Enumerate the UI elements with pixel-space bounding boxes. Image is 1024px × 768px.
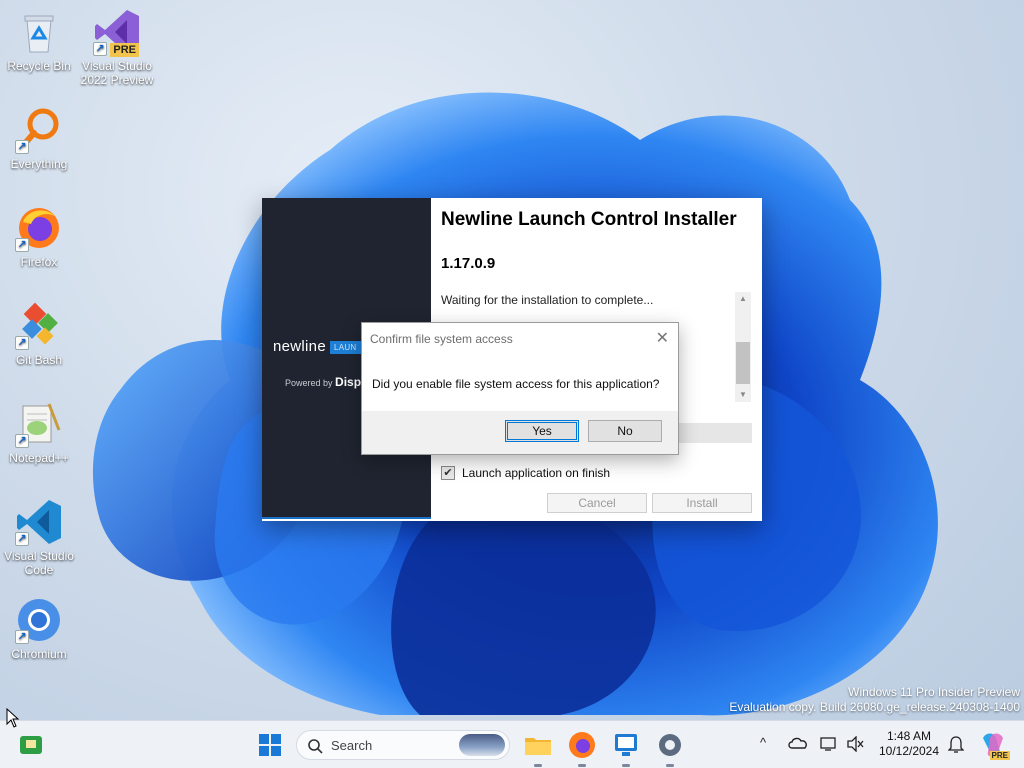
firefox-icon: ↗ xyxy=(15,204,63,252)
launch-on-finish-checkbox[interactable]: ✔ Launch application on finish xyxy=(441,466,610,480)
copilot-pre-badge: PRE xyxy=(989,751,1010,760)
desktop-icon-notepad-plus-plus[interactable]: ↗ Notepad++ xyxy=(0,400,78,465)
running-indicator xyxy=(666,764,674,767)
vscode-icon: ↗ xyxy=(15,498,63,546)
installer-title: Newline Launch Control Installer xyxy=(441,209,737,230)
pre-badge: PRE xyxy=(110,43,139,57)
powered-by-brand: Disp xyxy=(335,375,362,389)
mouse-pointer-icon xyxy=(6,708,20,728)
scroll-up-icon[interactable]: ▲ xyxy=(735,292,751,306)
shortcut-arrow-icon: ↗ xyxy=(15,140,29,154)
desktop-icon-chromium[interactable]: ↗ Chromium xyxy=(0,596,78,661)
search-icon xyxy=(308,739,323,754)
installer-status: Waiting for the installation to complete… xyxy=(441,293,654,307)
chevron-up-icon[interactable]: ^ xyxy=(760,735,766,750)
remote-desktop-icon[interactable] xyxy=(610,729,642,767)
install-button[interactable]: Install xyxy=(652,493,752,513)
chromium-icon: ↗ xyxy=(15,596,63,644)
dialog-button-bar: Yes No xyxy=(362,411,678,454)
taskbar-clock[interactable]: 1:48 AM 10/12/2024 xyxy=(874,729,944,759)
dialog-message: Did you enable file system access for th… xyxy=(372,377,660,391)
desktop-icon-recycle-bin[interactable]: Recycle Bin xyxy=(0,8,78,73)
notepad-plus-plus-icon: ↗ xyxy=(15,400,63,448)
brand-tag: LAUN xyxy=(329,340,361,354)
notification-bell-icon[interactable] xyxy=(947,735,965,756)
shortcut-arrow-icon: ↗ xyxy=(15,434,29,448)
search-highlight-image xyxy=(459,734,505,756)
watermark-build: Evaluation copy. Build 26080.ge_release.… xyxy=(729,700,1020,714)
shortcut-arrow-icon: ↗ xyxy=(15,532,29,546)
clock-time: 1:48 AM xyxy=(886,729,932,743)
recycle-bin-icon xyxy=(15,8,63,56)
firefox-taskbar-icon[interactable] xyxy=(566,729,598,767)
desktop-icon-label: Git Bash xyxy=(15,353,63,367)
file-explorer-icon[interactable] xyxy=(522,729,554,767)
launch-on-finish-label: Launch application on finish xyxy=(462,466,611,480)
desktop-icon-everything[interactable]: ↗ Everything xyxy=(0,106,78,171)
desktop-icon-label: Visual Studio Code xyxy=(4,549,74,577)
windows-watermark: Windows 11 Pro Insider Preview Evaluatio… xyxy=(729,685,1020,715)
desktop-icon-visual-studio-preview[interactable]: PRE ↗ Visual Studio 2022 Preview xyxy=(78,8,156,87)
powered-by-label: Powered by xyxy=(285,378,333,388)
desktop-icon-vscode[interactable]: ↗ Visual Studio Code xyxy=(0,498,78,577)
search-placeholder: Search xyxy=(331,738,373,753)
close-icon[interactable]: ✕ xyxy=(656,328,669,348)
brand-logo: newline LAUN xyxy=(273,338,361,355)
no-button[interactable]: No xyxy=(588,420,662,442)
desktop-icon-label: Visual Studio 2022 Preview xyxy=(80,59,154,87)
network-icon[interactable] xyxy=(820,736,838,755)
installer-version: 1.17.0.9 xyxy=(441,255,496,272)
running-indicator xyxy=(578,764,586,767)
shortcut-arrow-icon: ↗ xyxy=(93,42,107,56)
git-bash-icon: ↗ xyxy=(15,302,63,350)
shortcut-arrow-icon: ↗ xyxy=(15,630,29,644)
scroll-down-icon[interactable]: ▼ xyxy=(735,388,751,402)
settings-icon[interactable] xyxy=(654,729,686,767)
desktop-icon-git-bash[interactable]: ↗ Git Bash xyxy=(0,302,78,367)
running-indicator xyxy=(534,764,542,767)
volume-muted-icon[interactable] xyxy=(846,735,864,755)
clock-date: 10/12/2024 xyxy=(878,744,940,758)
taskbar-search-box[interactable]: Search xyxy=(296,730,510,760)
log-scrollbar[interactable]: ▲ ▼ xyxy=(735,292,751,402)
copilot-icon[interactable]: PRE xyxy=(978,730,1010,760)
visual-studio-preview-icon: PRE ↗ xyxy=(93,8,141,57)
desktop-icon-label: Chromium xyxy=(11,647,67,661)
yes-button[interactable]: Yes xyxy=(505,420,579,442)
scroll-thumb[interactable] xyxy=(736,342,750,384)
widgets-icon[interactable] xyxy=(16,730,46,760)
desktop-icon-label: Everything xyxy=(10,157,68,171)
running-indicator xyxy=(622,764,630,767)
brand-name: newline xyxy=(273,338,326,355)
desktop-icon-label: Notepad++ xyxy=(9,451,69,465)
desktop-icon-label: Firefox xyxy=(20,255,58,269)
watermark-edition: Windows 11 Pro Insider Preview xyxy=(848,685,1020,699)
onedrive-icon[interactable] xyxy=(788,736,808,753)
shortcut-arrow-icon: ↗ xyxy=(15,238,29,252)
start-icon[interactable] xyxy=(254,729,286,761)
cancel-button[interactable]: Cancel xyxy=(547,493,647,513)
powered-by: Powered by Disp xyxy=(285,375,361,389)
desktop-icon-firefox[interactable]: ↗ Firefox xyxy=(0,204,78,269)
everything-search-icon: ↗ xyxy=(15,106,63,154)
taskbar: Search ^ 1:48 AM 10/12/2024 PRE xyxy=(0,720,1024,768)
dialog-title: Confirm file system access xyxy=(370,332,513,346)
confirm-dialog: Confirm file system access ✕ Did you ena… xyxy=(361,322,679,455)
side-accent-line xyxy=(262,517,431,519)
shortcut-arrow-icon: ↗ xyxy=(15,336,29,350)
checkbox-checked-icon[interactable]: ✔ xyxy=(441,466,455,480)
desktop-icon-label: Recycle Bin xyxy=(7,59,71,73)
